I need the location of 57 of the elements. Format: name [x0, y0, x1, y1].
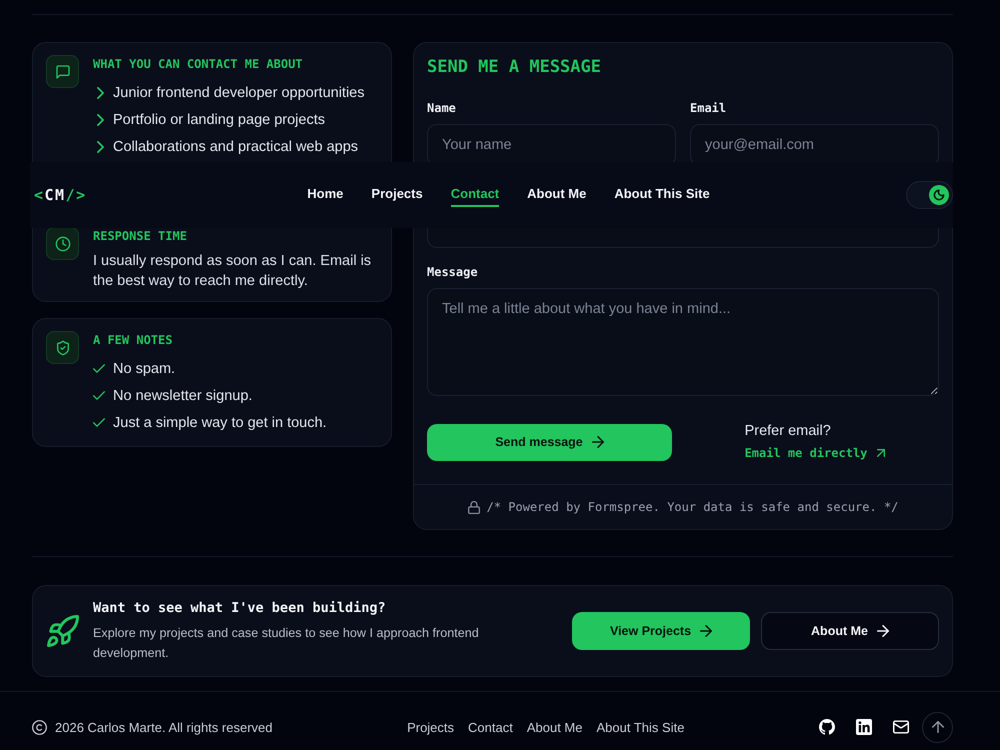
lock-icon: [468, 500, 480, 514]
shield-check-icon: [46, 331, 79, 364]
linkedin-icon[interactable]: [856, 719, 872, 735]
footer-link[interactable]: About This Site: [596, 720, 684, 734]
card-title: A FEW NOTES: [93, 332, 174, 349]
theme-toggle[interactable]: [906, 181, 953, 209]
nav-link[interactable]: Home: [307, 183, 344, 207]
field-label: Message: [427, 264, 479, 280]
copyright-icon: [32, 720, 47, 734]
message-textarea[interactable]: Tell me a little about what you have in mind...: [427, 288, 939, 396]
cta-title: Want to see what I've been building?: [93, 599, 387, 617]
footer-link[interactable]: Contact: [468, 720, 513, 734]
cta-button[interactable]: View Projects: [572, 612, 750, 650]
chevron-icon: [97, 114, 104, 126]
nav-link[interactable]: About Me: [527, 183, 586, 207]
list-item: No newsletter signup.: [113, 388, 252, 404]
email-link[interactable]: Email me directly: [744, 444, 886, 462]
list-item: Collaborations and practical web apps: [113, 138, 358, 154]
field-label: Name: [427, 100, 457, 116]
github-icon[interactable]: [819, 719, 835, 735]
chevron-icon: [97, 140, 104, 152]
back-to-top-button[interactable]: [922, 712, 953, 742]
arrow-right-icon: [592, 436, 604, 448]
security-note: /* Powered by Formspree. Your data is safe and secure. */: [486, 500, 898, 514]
rocket-icon: [47, 615, 79, 647]
card-text: I usually respond as soon as I can. Email is the best way to reach me directly.: [93, 252, 372, 291]
chat-bubble-icon: [46, 55, 79, 88]
check-icon: [93, 364, 105, 373]
check-icon: [93, 418, 105, 427]
site-logo[interactable]: <CM/>: [34, 186, 87, 204]
list-item: No spam.: [113, 360, 176, 376]
nav-link[interactable]: About This Site: [614, 183, 710, 207]
list-item: Just a simple way to get in touch.: [113, 414, 327, 430]
field-label: Email: [690, 100, 728, 116]
footer-link[interactable]: Projects: [407, 720, 454, 734]
email-prompt: Prefer email?: [744, 422, 832, 440]
cta-button[interactable]: About Me: [761, 612, 939, 650]
cta-description: Explore my projects and case studies to see how I approach frontend development.: [93, 625, 480, 662]
arrow-right-icon: [876, 625, 889, 637]
footer-link[interactable]: About Me: [526, 720, 582, 734]
form-title: SEND ME A MESSAGE: [427, 57, 602, 77]
list-item: Portfolio or landing page projects: [113, 112, 325, 128]
send-button[interactable]: Send message: [427, 424, 672, 460]
card-title: WHAT YOU CAN CONTACT ME ABOUT: [93, 56, 304, 73]
arrow-right-icon: [700, 625, 712, 637]
arrow-up-right-icon: [877, 449, 886, 457]
list-item: Junior frontend developer opportunities: [113, 84, 364, 100]
chevron-icon: [97, 86, 104, 98]
clock-icon: [46, 227, 79, 260]
copyright-text: 2026 Carlos Marte. All rights reserved: [55, 720, 272, 734]
select-field[interactable]: [427, 228, 939, 248]
moon-icon: [929, 185, 949, 205]
mail-icon[interactable]: [893, 720, 909, 734]
card-title: RESPONSE TIME: [93, 228, 188, 245]
nav-link[interactable]: Contact: [450, 183, 500, 207]
nav-link[interactable]: Projects: [371, 183, 423, 207]
check-icon: [93, 391, 105, 400]
